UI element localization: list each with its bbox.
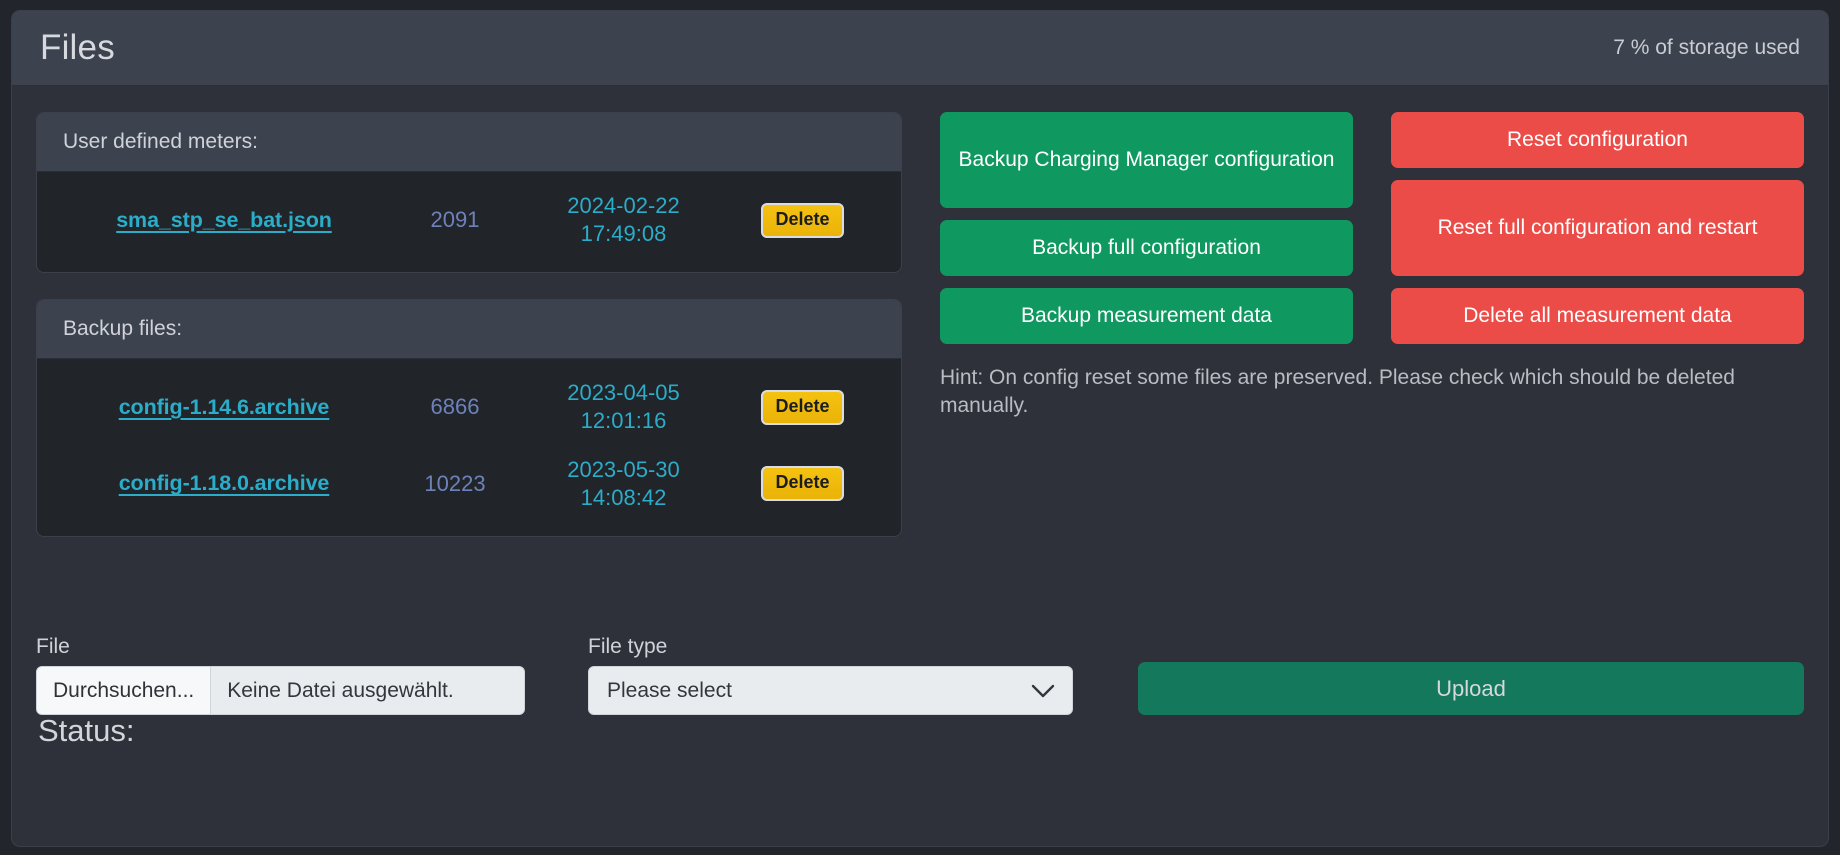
card-body: User defined meters: sma_stp_se_bat.json…: [12, 86, 1828, 846]
file-size: 2091: [430, 207, 480, 233]
reset-full-configuration-and-restart-button[interactable]: Reset full configuration and restart: [1391, 180, 1804, 276]
action-button-grid: Backup Charging Manager configuration Ba…: [940, 112, 1804, 344]
backup-measurement-data-button[interactable]: Backup measurement data: [940, 288, 1353, 344]
browse-button[interactable]: Durchsuchen...: [37, 667, 212, 714]
file-timestamp: 2023-05-30 14:08:42: [521, 456, 726, 512]
file-link[interactable]: config-1.18.0.archive: [59, 471, 389, 496]
content-columns: User defined meters: sma_stp_se_bat.json…: [36, 112, 1804, 563]
delete-button[interactable]: Delete: [761, 202, 844, 238]
file-actions: Delete: [726, 202, 879, 238]
table-row: config-1.14.6.archive 6866 2023-04-05 12…: [37, 369, 901, 445]
file-input[interactable]: Durchsuchen... Keine Datei ausgewählt.: [36, 666, 525, 715]
panel-heading: Backup files:: [37, 300, 901, 360]
card-header: Files 7 % of storage used: [12, 11, 1828, 86]
backup-full-configuration-button[interactable]: Backup full configuration: [940, 220, 1353, 276]
table-row: sma_stp_se_bat.json 2091 2024-02-22 17:4…: [37, 182, 901, 258]
file-type-select[interactable]: Please select: [588, 666, 1073, 715]
reset-configuration-button[interactable]: Reset configuration: [1391, 112, 1804, 168]
delete-button[interactable]: Delete: [761, 466, 844, 502]
files-card: Files 7 % of storage used User defined m…: [11, 10, 1829, 847]
file-link[interactable]: config-1.14.6.archive: [59, 395, 389, 420]
panel-body: config-1.14.6.archive 6866 2023-04-05 12…: [37, 359, 901, 536]
file-time: 12:01:16: [580, 408, 667, 434]
file-panels-column: User defined meters: sma_stp_se_bat.json…: [36, 112, 902, 563]
actions-column: Backup Charging Manager configuration Ba…: [940, 112, 1804, 421]
file-timestamp: 2024-02-22 17:49:08: [521, 192, 726, 248]
file-type-field-group: File type Please select: [588, 635, 1073, 715]
delete-all-measurement-data-button[interactable]: Delete all measurement data: [1391, 288, 1804, 344]
panel-backup-files: Backup files: config-1.14.6.archive 6866…: [36, 299, 902, 537]
file-field-group: File Durchsuchen... Keine Datei ausgewäh…: [36, 635, 525, 715]
file-time: 14:08:42: [580, 484, 667, 510]
file-type-label: File type: [588, 635, 668, 658]
file-size: 6866: [430, 394, 480, 420]
file-type-selected-value: Please select: [607, 678, 732, 702]
page-title: Files: [40, 28, 115, 67]
storage-used-label: 7 % of storage used: [1613, 36, 1800, 59]
file-actions: Delete: [726, 466, 879, 502]
reset-hint-text: Hint: On config reset some files are pre…: [940, 366, 1735, 418]
status-label: Status:: [38, 713, 135, 748]
delete-button[interactable]: Delete: [761, 390, 844, 425]
file-date: 2023-04-05: [567, 380, 680, 406]
upload-button-group: Upload: [1138, 662, 1804, 715]
file-size: 10223: [424, 470, 486, 496]
file-date: 2023-05-30: [567, 456, 680, 482]
chevron-down-icon: [1030, 683, 1056, 699]
backup-charging-manager-configuration-button[interactable]: Backup Charging Manager configuration: [940, 112, 1353, 208]
upload-button[interactable]: Upload: [1138, 662, 1804, 715]
file-link[interactable]: sma_stp_se_bat.json: [59, 208, 389, 233]
file-date: 2024-02-22: [567, 193, 680, 218]
file-actions: Delete: [726, 390, 879, 425]
selected-file-text: Keine Datei ausgewählt.: [227, 678, 454, 702]
file-field-label: File: [36, 635, 70, 658]
file-timestamp: 2023-04-05 12:01:16: [521, 379, 726, 435]
danger-actions: Reset configuration Reset full configura…: [1391, 112, 1804, 344]
panel-body: sma_stp_se_bat.json 2091 2024-02-22 17:4…: [37, 172, 901, 272]
panel-heading: User defined meters:: [37, 113, 901, 172]
table-row: config-1.18.0.archive 10223 2023-05-30 1…: [37, 446, 901, 522]
panel-user-defined-meters: User defined meters: sma_stp_se_bat.json…: [36, 112, 902, 274]
file-time: 17:49:08: [580, 221, 667, 247]
upload-form: File Durchsuchen... Keine Datei ausgewäh…: [36, 635, 1804, 715]
backup-actions: Backup Charging Manager configuration Ba…: [940, 112, 1353, 344]
